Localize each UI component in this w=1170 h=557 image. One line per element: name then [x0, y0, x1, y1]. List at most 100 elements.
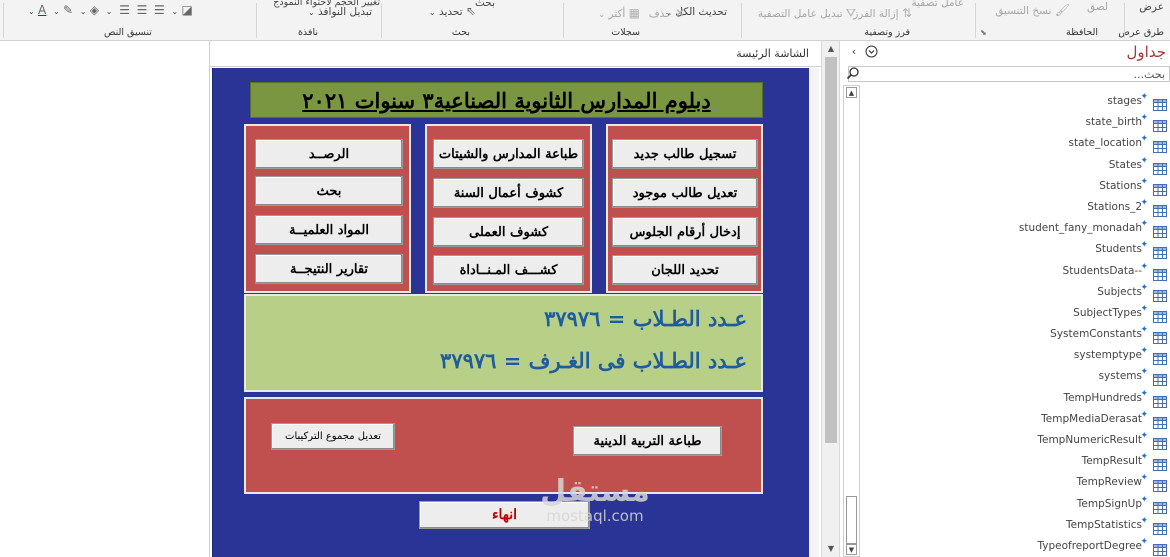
nav-table-item[interactable]: Students ✦ [862, 239, 1170, 260]
align-left-icon[interactable]: ☰ [154, 3, 165, 17]
more-grid-icon: ▦ [628, 6, 640, 20]
format-painter-button[interactable]: 🖌 نسخ التنسيق [995, 3, 1070, 17]
nav-table-item[interactable]: TempSignUp ✦ [862, 494, 1170, 515]
scroll-thumb[interactable] [825, 57, 837, 443]
paste-button[interactable]: لصق [1087, 1, 1108, 13]
rollcall-sheet-button[interactable]: كشـــف المـنــاداة [433, 255, 584, 285]
fill-color-icon[interactable]: ◈ [90, 3, 99, 17]
highlight-icon[interactable]: ✎ [63, 3, 73, 17]
nav-table-item[interactable]: student_fany_monadah ✦ [862, 218, 1170, 239]
separator [1124, 3, 1125, 38]
scroll-up-icon[interactable]: ▲ [825, 43, 837, 55]
nav-table-name: TempStatistics [1066, 518, 1142, 531]
remove-sort-button[interactable]: ⇅ إزالة الفرز [853, 6, 912, 20]
coursework-sheets-button[interactable]: كشوف أعمال السنة [433, 178, 584, 208]
nav-table-item[interactable]: StudentsData-- ✦ [862, 261, 1170, 282]
search-icon[interactable] [846, 66, 860, 80]
exit-button[interactable]: انهاء [419, 501, 590, 529]
linked-table-arrow-icon: ✦ [1140, 197, 1148, 208]
nav-table-item[interactable]: TempMediaDerasat ✦ [862, 409, 1170, 430]
nav-table-item[interactable]: Stations_2 ✦ [862, 197, 1170, 218]
form-tab[interactable]: الشاشة الرئيسة [210, 41, 821, 67]
switch-windows-label: تبديل النوافذ [318, 6, 372, 18]
linked-table-arrow-icon: ✦ [1140, 155, 1148, 166]
chevron-down-icon[interactable]: ⌄ [106, 7, 113, 16]
nav-menu-chevron-icon[interactable] [864, 45, 878, 59]
grading-button[interactable]: الرصــد [255, 139, 403, 169]
nav-table-item[interactable]: stages ✦ [862, 91, 1170, 112]
nav-table-item[interactable]: TempResult ✦ [862, 451, 1170, 472]
nav-table-item[interactable]: Subjects ✦ [862, 282, 1170, 303]
nav-scrollbar[interactable]: ▲ ▼ [843, 85, 860, 557]
nav-table-item[interactable]: state_location ✦ [862, 133, 1170, 154]
nav-table-item[interactable]: SystemConstants ✦ [862, 324, 1170, 345]
view-button-label: عرض [1139, 1, 1164, 13]
nav-table-item[interactable]: systemptype ✦ [862, 345, 1170, 366]
nav-table-name: systemptype [1073, 349, 1142, 362]
table-icon [1153, 160, 1167, 175]
separator [3, 3, 4, 38]
linked-table-arrow-icon: ✦ [1140, 240, 1148, 251]
group-label-sort-filter: فرز وتصفية [864, 27, 910, 38]
committees-button[interactable]: تحديد اللجان [612, 255, 758, 285]
nav-scroll-down-icon[interactable]: ▼ [846, 544, 857, 555]
search-button[interactable]: بحث [255, 176, 403, 206]
practical-sheets-button[interactable]: كشوف العملى [433, 217, 584, 247]
find-button[interactable]: بحث [475, 0, 495, 9]
nav-table-item[interactable]: state_birth ✦ [862, 112, 1170, 133]
linked-table-arrow-icon: ✦ [1140, 346, 1148, 357]
form-scrollbar[interactable]: ▲ ▼ [821, 41, 840, 557]
new-student-button[interactable]: تسجيل طالب جديد [612, 139, 758, 169]
nav-table-item[interactable]: Stations ✦ [862, 176, 1170, 197]
nav-scroll-up-icon[interactable]: ▲ [846, 87, 857, 98]
nav-table-item[interactable]: systems ✦ [862, 366, 1170, 387]
table-icon [1153, 266, 1167, 281]
chevron-down-icon: ⌄ [598, 10, 606, 19]
linked-table-arrow-icon: ✦ [1140, 473, 1148, 484]
remove-sort-label: إزالة الفرز [853, 8, 899, 20]
nav-scroll-thumb[interactable] [846, 496, 857, 544]
switch-windows-button[interactable]: تبديل النوافذ ⌄ [308, 6, 372, 18]
select-button[interactable]: ⇖ تحديد ⌄ [429, 4, 476, 18]
group-label-window: نافذة [297, 27, 318, 38]
linked-table-arrow-icon: ✦ [1140, 219, 1148, 230]
gridlines-icon[interactable]: ◪ [182, 3, 193, 17]
subjects-button[interactable]: المواد العلميــة [255, 215, 403, 245]
nav-table-name: Stations_2 [1087, 200, 1142, 213]
edit-student-button[interactable]: تعديل طالب موجود [612, 178, 758, 208]
align-right-icon[interactable]: ☰ [119, 3, 130, 17]
clipboard-launcher-icon[interactable]: ⬊ [980, 28, 987, 37]
more-button[interactable]: ▦ أكثر ⌄ [598, 6, 640, 20]
nav-table-item[interactable]: TempNumericResult ✦ [862, 430, 1170, 451]
edit-compositions-button[interactable]: تعديل مجموع التركيبات [271, 423, 395, 450]
collapse-pane-icon[interactable]: ‹ [847, 45, 861, 59]
result-reports-button[interactable]: تقارير النتيجــة [255, 254, 403, 284]
chevron-down-icon[interactable]: ⌄ [53, 7, 60, 16]
nav-table-item[interactable]: TempReview ✦ [862, 472, 1170, 493]
table-icon [1153, 117, 1167, 133]
chevron-down-icon: ⌄ [428, 8, 436, 17]
print-religion-button[interactable]: طباعة التربية الدينية [573, 426, 722, 456]
nav-table-item[interactable]: States ✦ [862, 155, 1170, 176]
chevron-down-icon[interactable]: ⌄ [80, 7, 87, 16]
view-button[interactable]: عرض [1139, 1, 1164, 13]
scroll-down-icon[interactable]: ▼ [825, 543, 837, 555]
nav-table-item[interactable]: TypeofreportDegree ✦ [862, 536, 1170, 557]
chevron-down-icon[interactable]: ⌄ [171, 7, 178, 16]
align-center-icon[interactable]: ☰ [137, 3, 148, 17]
font-color-icon[interactable]: A [38, 3, 46, 17]
title-banner: دبلوم المدارس الثانوية الصناعية٣ سنوات ٢… [250, 82, 763, 118]
filter-button[interactable]: عامل تصفية [911, 0, 964, 9]
delete-button[interactable]: ✕ حذف [649, 6, 685, 20]
print-schools-button[interactable]: طباعة المدارس والشيتات [433, 139, 584, 169]
linked-table-arrow-icon: ✦ [1140, 134, 1148, 145]
toggle-filter-button[interactable]: ⛛ تبديل عامل التصفية [758, 6, 856, 21]
table-icon [1153, 414, 1167, 429]
nav-table-item[interactable]: TempStatistics ✦ [862, 515, 1170, 536]
chevron-down-icon[interactable]: ⌄ [28, 7, 35, 16]
linked-table-arrow-icon: ✦ [1140, 452, 1148, 463]
nav-table-item[interactable]: TempHundreds ✦ [862, 388, 1170, 409]
nav-search-input[interactable]: بحث... [846, 66, 1170, 82]
seat-numbers-button[interactable]: إدخال أرقام الجلوس [612, 217, 758, 247]
nav-table-item[interactable]: SubjectTypes ✦ [862, 303, 1170, 324]
